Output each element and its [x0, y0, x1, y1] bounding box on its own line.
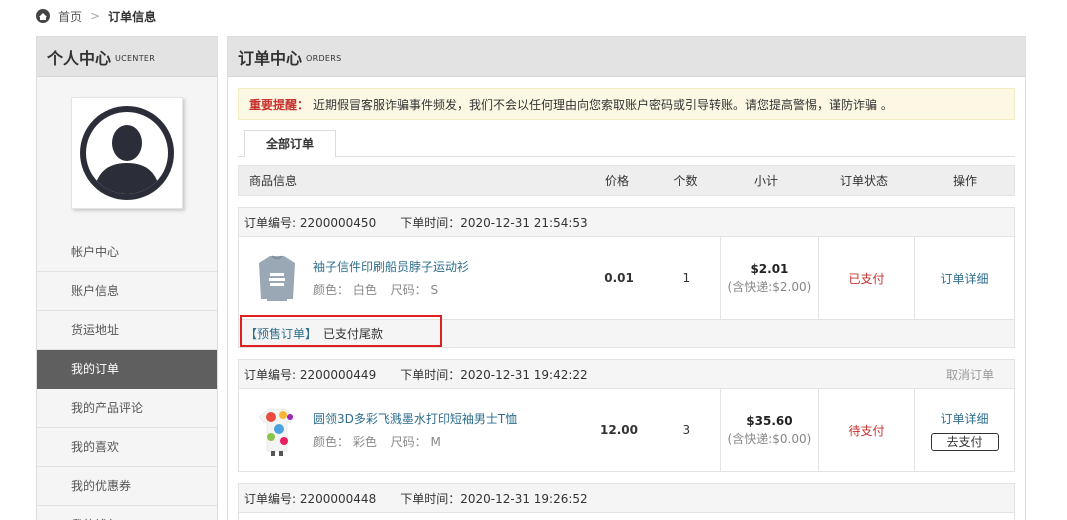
operation-cell: 订单详细	[914, 237, 1014, 319]
order-header: 订单编号: 2200000449 下单时间：2020-12-31 19:42:2…	[239, 360, 1014, 389]
status-cell: 已支付	[817, 237, 914, 319]
sidebar-header: 个人中心 UCENTER	[37, 37, 217, 77]
goods-cell: 袖子信件印刷船员脖子运动衫 颜色： 白色 尺码： S	[239, 237, 585, 319]
column-header-qty: 个数	[673, 174, 698, 188]
sidebar-item-product-reviews[interactable]: 我的产品评论	[37, 389, 217, 428]
cancel-order-link[interactable]: 取消订单	[946, 366, 994, 383]
avatar-placeholder-icon	[80, 106, 174, 200]
sidebar-item-wallet[interactable]: 我的钱包	[37, 506, 217, 520]
breadcrumb-home[interactable]: 首页	[58, 8, 82, 25]
tab-all-orders[interactable]: 全部订单	[244, 130, 336, 158]
subtotal-amount: $2.01	[750, 261, 789, 276]
order-time: 下单时间：2020-12-31 19:26:52	[400, 491, 588, 506]
operation-cell: 订单详细 去支付	[914, 389, 1014, 471]
order-card: 订单编号: 2200000449 下单时间：2020-12-31 19:42:2…	[238, 359, 1015, 472]
shipping-fee: (含快递:$2.00)	[727, 279, 812, 294]
sidebar-subtitle: UCENTER	[115, 54, 156, 63]
presale-status: 已支付尾款	[323, 327, 384, 341]
product-color: 颜色： 白色	[313, 283, 377, 297]
sidebar-item-my-orders[interactable]: 我的订单	[37, 350, 217, 389]
subtotal-amount: $35.60	[746, 413, 793, 428]
product-attributes: 颜色： 彩色 尺码： M	[313, 433, 517, 450]
sweatshirt-icon	[259, 255, 295, 301]
breadcrumb-separator: >	[90, 9, 101, 23]
sidebar-item-favorites[interactable]: 我的喜欢	[37, 428, 217, 467]
sidebar-item-coupons[interactable]: 我的优惠券	[37, 467, 217, 506]
quantity-cell: 3	[682, 423, 691, 437]
product-size: 尺码： S	[390, 283, 439, 297]
table-header: 商品信息 价格 个数 小计 订单状态 操作	[238, 165, 1015, 196]
main-title: 订单中心	[238, 48, 303, 68]
product-thumbnail[interactable]	[253, 250, 301, 306]
order-card: 订单编号: 2200000448 下单时间：2020-12-31 19:26:5…	[238, 483, 1015, 520]
tshirt-icon	[258, 408, 296, 456]
price-cell: 0.01	[604, 271, 634, 285]
home-icon[interactable]	[36, 9, 50, 23]
column-header-subtotal: 小计	[753, 174, 778, 188]
column-header-operation: 操作	[952, 174, 977, 188]
main-subtitle: ORDERS	[306, 54, 342, 63]
sidebar-item-account-info[interactable]: 账户信息	[37, 272, 217, 311]
avatar[interactable]	[71, 97, 183, 209]
notice-text: 近期假冒客服诈骗事件频发，我们不会以任何理由向您索取账户密码或引导转账。请您提高…	[313, 97, 893, 112]
presale-bar: 【预售订单】 已支付尾款	[239, 315, 1014, 347]
notice-label: 重要提醒：	[249, 97, 310, 112]
goods-cell: 圆领3D多彩飞溅墨水打印短袖男士T恤 颜色： 彩色 尺码： M	[239, 389, 585, 471]
order-header: 订单编号: 2200000450 下单时间：2020-12-31 21:54:5…	[239, 208, 1014, 237]
shipping-fee: (含快递:$0.00)	[727, 431, 812, 446]
column-header-status: 订单状态	[839, 174, 888, 188]
goods-info: 圆领3D多彩飞溅墨水打印短袖男士T恤 颜色： 彩色 尺码： M	[313, 410, 517, 450]
order-detail-link[interactable]: 订单详细	[941, 410, 989, 427]
order-number: 订单编号: 2200000448	[244, 491, 377, 506]
order-detail-link[interactable]: 订单详细	[941, 270, 989, 287]
breadcrumb-current: 订单信息	[108, 9, 157, 24]
product-color: 颜色： 彩色	[313, 435, 377, 449]
product-thumbnail[interactable]	[253, 402, 301, 458]
order-status: 待支付	[848, 423, 885, 438]
order-row: 袖子信件印刷船员脖子运动衫 颜色： 白色 尺码： S 0.01 1 $2.01 …	[239, 237, 1014, 319]
goods-info: 袖子信件印刷船员脖子运动衫 颜色： 白色 尺码： S	[313, 258, 469, 298]
order-row: 圆领3D多彩飞溅墨水打印短袖男士T恤 颜色： 彩色 尺码： M 12.00 3 …	[239, 389, 1014, 471]
sidebar-menu: 帐户中心 账户信息 货运地址 我的订单 我的产品评论 我的喜欢 我的优惠券 我的…	[37, 233, 217, 520]
sidebar-item-shipping-address[interactable]: 货运地址	[37, 311, 217, 350]
order-time: 下单时间：2020-12-31 19:42:22	[400, 367, 588, 382]
sidebar-item-account-center[interactable]: 帐户中心	[37, 233, 217, 272]
presale-tag: 【预售订单】	[245, 327, 318, 341]
status-cell: 待支付	[817, 389, 914, 471]
order-number: 订单编号: 2200000449	[244, 367, 377, 382]
sidebar: 个人中心 UCENTER 帐户中心 账户信息 货运地址 我的订单 我的产品评论 …	[36, 36, 218, 520]
column-header-info: 商品信息	[249, 174, 298, 188]
order-status: 已支付	[848, 271, 885, 286]
breadcrumb: 首页 > 订单信息	[36, 7, 156, 25]
subtotal-cell: $35.60 (含快递:$0.00)	[719, 389, 818, 471]
product-name-link[interactable]: 圆领3D多彩飞溅墨水打印短袖男士T恤	[313, 410, 517, 427]
security-notice: 重要提醒： 近期假冒客服诈骗事件频发，我们不会以任何理由向您索取账户密码或引导转…	[238, 88, 1015, 120]
product-size: 尺码： M	[390, 435, 441, 449]
product-name-link[interactable]: 袖子信件印刷船员脖子运动衫	[313, 258, 469, 275]
main-header: 订单中心 ORDERS	[228, 37, 1025, 77]
order-center-panel: 订单中心 ORDERS 重要提醒： 近期假冒客服诈骗事件频发，我们不会以任何理由…	[227, 36, 1026, 520]
subtotal-cell: $2.01 (含快递:$2.00)	[719, 237, 818, 319]
product-attributes: 颜色： 白色 尺码： S	[313, 281, 469, 298]
column-header-price: 价格	[604, 174, 629, 188]
order-card: 订单编号: 2200000450 下单时间：2020-12-31 21:54:5…	[238, 207, 1015, 348]
price-cell: 12.00	[600, 423, 639, 437]
order-tabs: 全部订单	[238, 130, 1015, 158]
quantity-cell: 1	[682, 271, 691, 285]
page: 首页 > 订单信息 个人中心 UCENTER 帐户中心 账户信息 货运地址 我的	[0, 0, 1067, 520]
order-time: 下单时间：2020-12-31 21:54:53	[400, 215, 588, 230]
sidebar-title: 个人中心	[47, 48, 112, 68]
pay-button[interactable]: 去支付	[930, 432, 999, 451]
order-header: 订单编号: 2200000448 下单时间：2020-12-31 19:26:5…	[239, 484, 1014, 513]
order-number: 订单编号: 2200000450	[244, 215, 377, 230]
